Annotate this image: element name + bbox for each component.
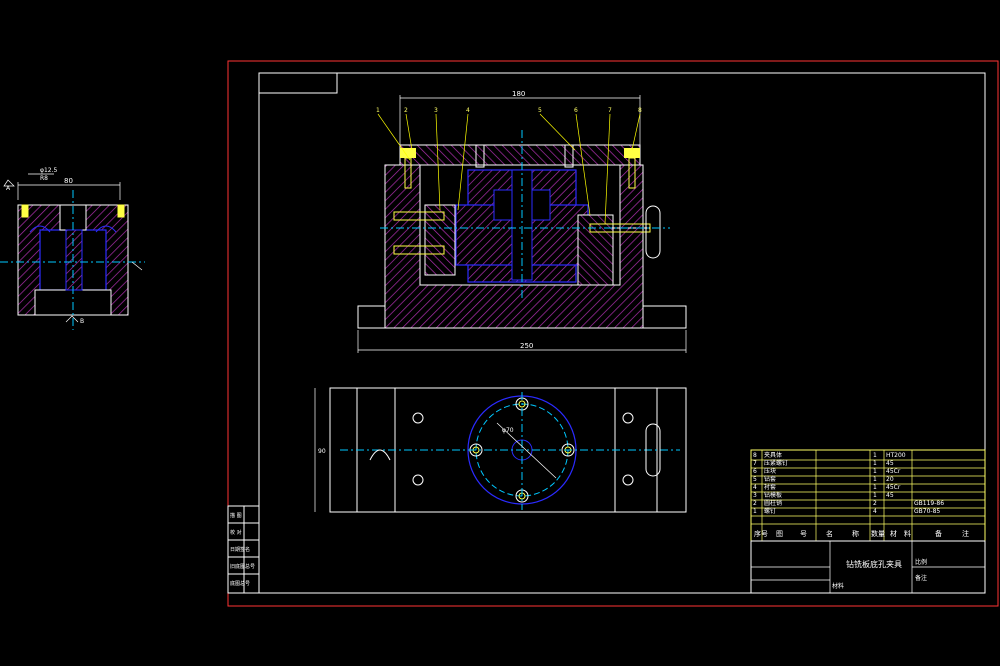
bom-cell-note: GB119-86 (914, 500, 944, 507)
title-block: 钻铣板底孔夹具 比例 材料 备注 (750, 540, 986, 594)
bom-header-3: 名 (826, 529, 833, 538)
strip-label-3: 旧底图总号 (230, 563, 255, 570)
bom-cell-no: 7 (753, 460, 757, 467)
balloon-4: 4 (466, 107, 470, 114)
strip-label-4: 底图总号 (230, 580, 250, 587)
bom-cell-name: 钻模板 (764, 491, 782, 499)
balloon-1: 1 (376, 107, 380, 114)
bom-cell-material: HT200 (886, 452, 906, 459)
balloon-5: 5 (538, 107, 542, 114)
drawing-title: 钻铣板底孔夹具 (846, 559, 902, 569)
bom-header-7: 料 (904, 529, 911, 538)
bom-header-0: 序号 (754, 529, 768, 538)
bom-cell-no: 4 (753, 484, 757, 491)
material-label: 材料 (832, 582, 844, 590)
strip-label-0: 描 图 (230, 512, 242, 519)
bom-cell-qty: 1 (873, 484, 877, 491)
small-label-dim: φ12.5 (40, 167, 58, 174)
bom-cell-material: 20 (886, 476, 894, 483)
bom-cell-qty: 1 (873, 492, 877, 499)
base-width-dim: 250 (520, 342, 533, 350)
balloon-3: 3 (434, 107, 438, 114)
diameter-dim: φ70 (502, 427, 514, 434)
bom-cell-material: 45Cr (886, 468, 901, 475)
bom-cell-name: 夹具体 (764, 451, 782, 459)
balloon-8: 8 (638, 107, 642, 114)
workpiece-small-view: 80 φ12.5 R8 A B (0, 167, 145, 330)
bom-header-9: 注 (962, 529, 969, 538)
bom-cell-no: 3 (753, 492, 757, 499)
height-dim: 90 (318, 448, 326, 455)
code-box (258, 72, 338, 94)
balloon-7: 7 (608, 107, 612, 114)
bom-cell-material: 45Cr (886, 484, 901, 491)
bom-cell-no: 6 (753, 468, 757, 475)
bom-cell-material: 45 (886, 492, 894, 499)
strip-label-1: 校 对 (230, 529, 242, 536)
top-plan-view: φ70 90 (314, 387, 687, 513)
bom-cell-name: 衬套 (764, 483, 776, 491)
bom-cell-qty: 1 (873, 452, 877, 459)
cad-drawing-canvas: 描 图 校 对 日期签名 旧底图总号 底图总号 80 φ12.5 R8 A B (0, 60, 999, 607)
bom-cell-material: 45 (886, 460, 894, 467)
bom-cell-no: 8 (753, 452, 757, 459)
small-width-dim: 80 (64, 177, 73, 185)
bom-cell-qty: 1 (873, 468, 877, 475)
bom-cell-name: 压块 (764, 467, 776, 475)
small-top-dim: R8 (40, 175, 48, 182)
bom-header-4: 称 (852, 529, 859, 538)
bom-header-5: 数量 (871, 529, 885, 538)
bom-cell-qty: 4 (873, 508, 877, 515)
bom-cell-qty: 1 (873, 476, 877, 483)
balloon-2: 2 (404, 107, 408, 114)
top-width-dim: 180 (512, 90, 525, 98)
bom-cell-name: 钻套 (764, 475, 776, 483)
note-label: 备注 (915, 574, 927, 582)
bom-header-1: 图 (776, 530, 783, 538)
bom-cell-qty: 1 (873, 460, 877, 467)
bom-cell-no: 1 (753, 508, 757, 515)
strip-label-2: 日期签名 (230, 546, 250, 553)
bom-header-2: 号 (800, 530, 807, 538)
bom-cell-name: 压紧螺钉 (764, 459, 788, 467)
bom-table: 8 夹具体 1 HT200 7 压紧螺钉 1 45 6 压块 1 45Cr 5 钻套 1 20 4 衬套 1 45Cr… (750, 449, 986, 542)
bom-cell-no: 5 (753, 476, 757, 483)
bom-cell-qty: 2 (873, 500, 877, 507)
bom-header-6: 材 (890, 529, 897, 538)
bom-cell-note: GB70-85 (914, 508, 940, 515)
small-side-b: B (80, 318, 84, 325)
bom-cell-name: 螺钉 (764, 507, 776, 515)
left-strip-table: 描 图 校 对 日期签名 旧底图总号 底图总号 (227, 505, 260, 594)
scale-label: 比例 (915, 558, 927, 566)
balloon-6: 6 (574, 107, 578, 114)
front-section-view: 180 250 1 2 3 4 5 6 7 8 (357, 90, 687, 353)
bom-header-8: 备 (935, 529, 942, 538)
bom-cell-name: 圆柱销 (764, 499, 782, 507)
bom-cell-no: 2 (753, 500, 757, 507)
